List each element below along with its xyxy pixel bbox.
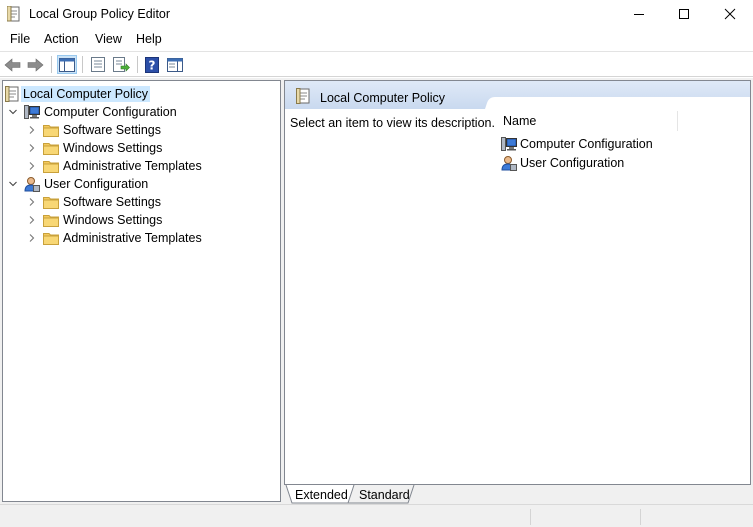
computer-icon	[501, 136, 517, 151]
folder-icon	[43, 232, 59, 245]
pane-title: Local Computer Policy	[320, 91, 446, 105]
tab-extended[interactable]: Extended	[295, 488, 348, 502]
menu-file[interactable]: File	[10, 32, 30, 46]
show-hide-action-pane-icon	[167, 57, 183, 72]
tree-item-label: Local Computer Policy	[21, 86, 151, 102]
collapse-chevron-icon[interactable]	[8, 107, 18, 117]
console-tree: Local Computer Policy Computer Configura…	[2, 80, 281, 502]
tree-item-label: Windows Settings	[63, 213, 163, 227]
folder-icon	[43, 214, 59, 227]
tree-item-user-configuration[interactable]: User Configuration	[24, 175, 148, 193]
expand-chevron-icon[interactable]	[27, 233, 37, 243]
tree-item-windows-settings[interactable]: Windows Settings	[43, 139, 162, 157]
work-area: Local Computer Policy Computer Configura…	[0, 78, 753, 504]
column-header-label: Name	[503, 114, 537, 128]
toolbar: ?	[0, 51, 753, 77]
collapse-chevron-icon[interactable]	[8, 179, 18, 189]
properties-icon	[91, 57, 105, 72]
view-tabs: Extended Standard	[284, 485, 751, 504]
tree-item-label: Software Settings	[63, 195, 161, 209]
tree-item-administrative-templates[interactable]: Administrative Templates	[43, 229, 202, 247]
tree-item-label: Software Settings	[63, 123, 161, 137]
forward-arrow-icon	[27, 57, 44, 72]
list-item-label: Computer Configuration	[520, 137, 653, 151]
expand-chevron-icon[interactable]	[27, 161, 37, 171]
tree-item-label: User Configuration	[44, 177, 149, 191]
tree-item-software-settings[interactable]: Software Settings	[43, 121, 161, 139]
close-button[interactable]	[707, 0, 753, 28]
list-item-label: User Configuration	[520, 156, 625, 170]
tree-item-label: Administrative Templates	[63, 231, 202, 245]
expand-chevron-icon[interactable]	[27, 197, 37, 207]
menu-action[interactable]: Action	[44, 32, 79, 46]
computer-icon	[24, 104, 40, 119]
status-bar	[0, 504, 753, 527]
help-icon: ?	[145, 56, 159, 73]
close-icon	[724, 8, 736, 20]
list-item-user-configuration[interactable]: User Configuration	[501, 154, 624, 172]
expand-chevron-icon[interactable]	[27, 215, 37, 225]
properties-button[interactable]	[88, 55, 108, 74]
minimize-icon	[634, 14, 644, 15]
export-list-button[interactable]	[111, 55, 131, 74]
svg-text:?: ?	[149, 58, 156, 72]
tree-item-label: Administrative Templates	[63, 159, 202, 173]
folder-icon	[43, 142, 59, 155]
export-list-icon	[112, 57, 130, 72]
user-icon	[501, 156, 517, 171]
tree-item-local-computer-policy[interactable]: Local Computer Policy	[5, 85, 151, 103]
menu-help[interactable]: Help	[136, 32, 162, 46]
tree-item-label: Computer Configuration	[44, 105, 177, 119]
window-title: Local Group Policy Editor	[29, 7, 171, 21]
show-hide-action-pane-button[interactable]	[165, 55, 185, 74]
description-text: Select an item to view its description.	[290, 116, 495, 130]
expand-chevron-icon[interactable]	[27, 125, 37, 135]
tree-item-computer-configuration[interactable]: Computer Configuration	[24, 103, 177, 121]
folder-icon	[43, 160, 59, 173]
policy-document-icon	[296, 88, 310, 104]
tree-item-label: Windows Settings	[63, 141, 163, 155]
show-hide-console-tree-icon	[59, 57, 75, 72]
show-hide-console-tree-button[interactable]	[57, 55, 77, 74]
policy-document-icon	[5, 86, 19, 102]
back-button[interactable]	[3, 55, 23, 74]
menu-view[interactable]: View	[95, 32, 122, 46]
title-bar: Local Group Policy Editor	[0, 0, 753, 28]
tree-item-software-settings[interactable]: Software Settings	[43, 193, 161, 211]
minimize-button[interactable]	[616, 0, 662, 28]
tree-item-administrative-templates[interactable]: Administrative Templates	[43, 157, 202, 175]
details-pane: Local Computer Policy Select an item to …	[284, 80, 751, 485]
list-item-computer-configuration[interactable]: Computer Configuration	[501, 135, 653, 153]
menu-bar: File Action View Help	[0, 29, 753, 51]
folder-icon	[43, 196, 59, 209]
forward-button[interactable]	[25, 55, 45, 74]
maximize-button[interactable]	[661, 0, 707, 28]
column-header-name[interactable]: Name	[500, 111, 678, 131]
tree-item-windows-settings[interactable]: Windows Settings	[43, 211, 162, 229]
expand-chevron-icon[interactable]	[27, 143, 37, 153]
help-button[interactable]: ?	[142, 55, 162, 74]
tab-standard[interactable]: Standard	[359, 488, 410, 502]
user-icon	[24, 177, 40, 192]
folder-icon	[43, 124, 59, 137]
back-arrow-icon	[4, 57, 21, 72]
maximize-icon	[679, 9, 689, 19]
policy-document-icon	[7, 6, 20, 22]
